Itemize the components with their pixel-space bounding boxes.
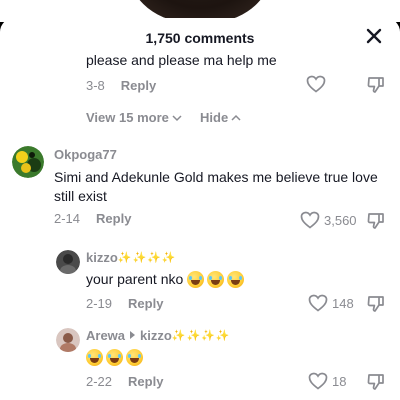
dislike-icon bbox=[367, 374, 384, 390]
reply-button[interactable]: Reply bbox=[128, 296, 163, 311]
reply-to-arrow-icon bbox=[130, 331, 136, 339]
heart-icon bbox=[306, 75, 326, 93]
reply-header: Arewa kizzo ✨✨✨✨ bbox=[86, 328, 231, 343]
dislike-icon bbox=[367, 213, 384, 229]
reply-button[interactable]: Reply bbox=[128, 374, 163, 389]
dislike-icon bbox=[367, 77, 384, 93]
reply-meta: 2-22 Reply bbox=[86, 374, 163, 389]
dislike-button[interactable] bbox=[366, 75, 386, 100]
reply-username[interactable]: kizzo bbox=[86, 250, 118, 265]
like-button[interactable]: 18 bbox=[308, 372, 346, 390]
reply-username[interactable]: Arewa bbox=[86, 328, 125, 343]
hide-replies-button[interactable]: Hide bbox=[200, 110, 241, 125]
sparkles-icon: ✨✨✨✨ bbox=[117, 252, 177, 264]
reply-body: your parent nko bbox=[86, 270, 245, 289]
like-button[interactable]: 148 bbox=[308, 294, 354, 312]
heart-icon bbox=[300, 211, 320, 229]
reply-text: your parent nko bbox=[86, 271, 184, 287]
reply-header: kizzo ✨✨✨✨ bbox=[86, 250, 177, 265]
comments-sheet: 1,750 comments please and please ma help… bbox=[0, 18, 400, 400]
heart-icon bbox=[308, 372, 328, 390]
avatar[interactable] bbox=[56, 328, 80, 352]
comment-username[interactable]: Okpoga77 bbox=[54, 147, 117, 162]
chevron-up-icon bbox=[231, 114, 241, 121]
reply-date: 2-19 bbox=[86, 296, 113, 311]
laughing-emoji-icon bbox=[126, 349, 143, 366]
reply-button[interactable]: Reply bbox=[121, 78, 156, 93]
reply-meta: 2-19 Reply bbox=[86, 296, 163, 311]
comment-text: please and please ma help me bbox=[86, 52, 277, 68]
chevron-down-icon bbox=[172, 114, 182, 121]
laughing-emoji-icon bbox=[207, 271, 225, 288]
dislike-icon bbox=[367, 296, 384, 312]
avatar[interactable] bbox=[56, 250, 80, 274]
like-count: 3,560 bbox=[324, 212, 357, 228]
like-button[interactable]: 3,560 bbox=[300, 211, 357, 229]
heart-icon bbox=[308, 294, 328, 312]
close-button[interactable] bbox=[364, 26, 384, 46]
like-count: 18 bbox=[332, 373, 347, 389]
avatar-image bbox=[56, 328, 80, 352]
view-more-replies-button[interactable]: View 15 more bbox=[86, 110, 182, 125]
comment-date: 3-8 bbox=[86, 78, 105, 93]
laughing-emoji-icon bbox=[86, 349, 103, 366]
avatar-image bbox=[12, 146, 44, 178]
laughing-emoji-group bbox=[187, 271, 245, 288]
comment-meta: 2-14 Reply bbox=[54, 211, 131, 226]
laughing-emoji-icon bbox=[227, 271, 245, 288]
comment-text: Simi and Adekunle Gold makes me believe … bbox=[54, 169, 378, 204]
reply-date: 2-22 bbox=[86, 374, 113, 389]
laughing-emoji-group bbox=[86, 349, 143, 366]
sparkles-icon: ✨✨✨✨ bbox=[171, 330, 231, 342]
reply-button[interactable]: Reply bbox=[96, 211, 131, 226]
avatar-image bbox=[56, 250, 80, 274]
laughing-emoji-icon bbox=[106, 349, 123, 366]
hide-label: Hide bbox=[200, 110, 229, 125]
comments-count-title: 1,750 comments bbox=[145, 30, 255, 46]
dislike-button[interactable] bbox=[366, 294, 386, 319]
reply-to-username[interactable]: kizzo bbox=[140, 328, 172, 343]
dislike-button[interactable] bbox=[366, 372, 386, 397]
comment-meta: 3-8 Reply bbox=[86, 78, 156, 93]
dislike-button[interactable] bbox=[366, 211, 386, 236]
close-icon bbox=[366, 28, 382, 44]
avatar[interactable] bbox=[12, 146, 44, 178]
comment-date: 2-14 bbox=[54, 211, 81, 226]
view-more-label: View 15 more bbox=[86, 110, 169, 125]
like-count: 148 bbox=[332, 295, 354, 311]
laughing-emoji-icon bbox=[187, 271, 205, 288]
like-button[interactable] bbox=[306, 75, 326, 93]
